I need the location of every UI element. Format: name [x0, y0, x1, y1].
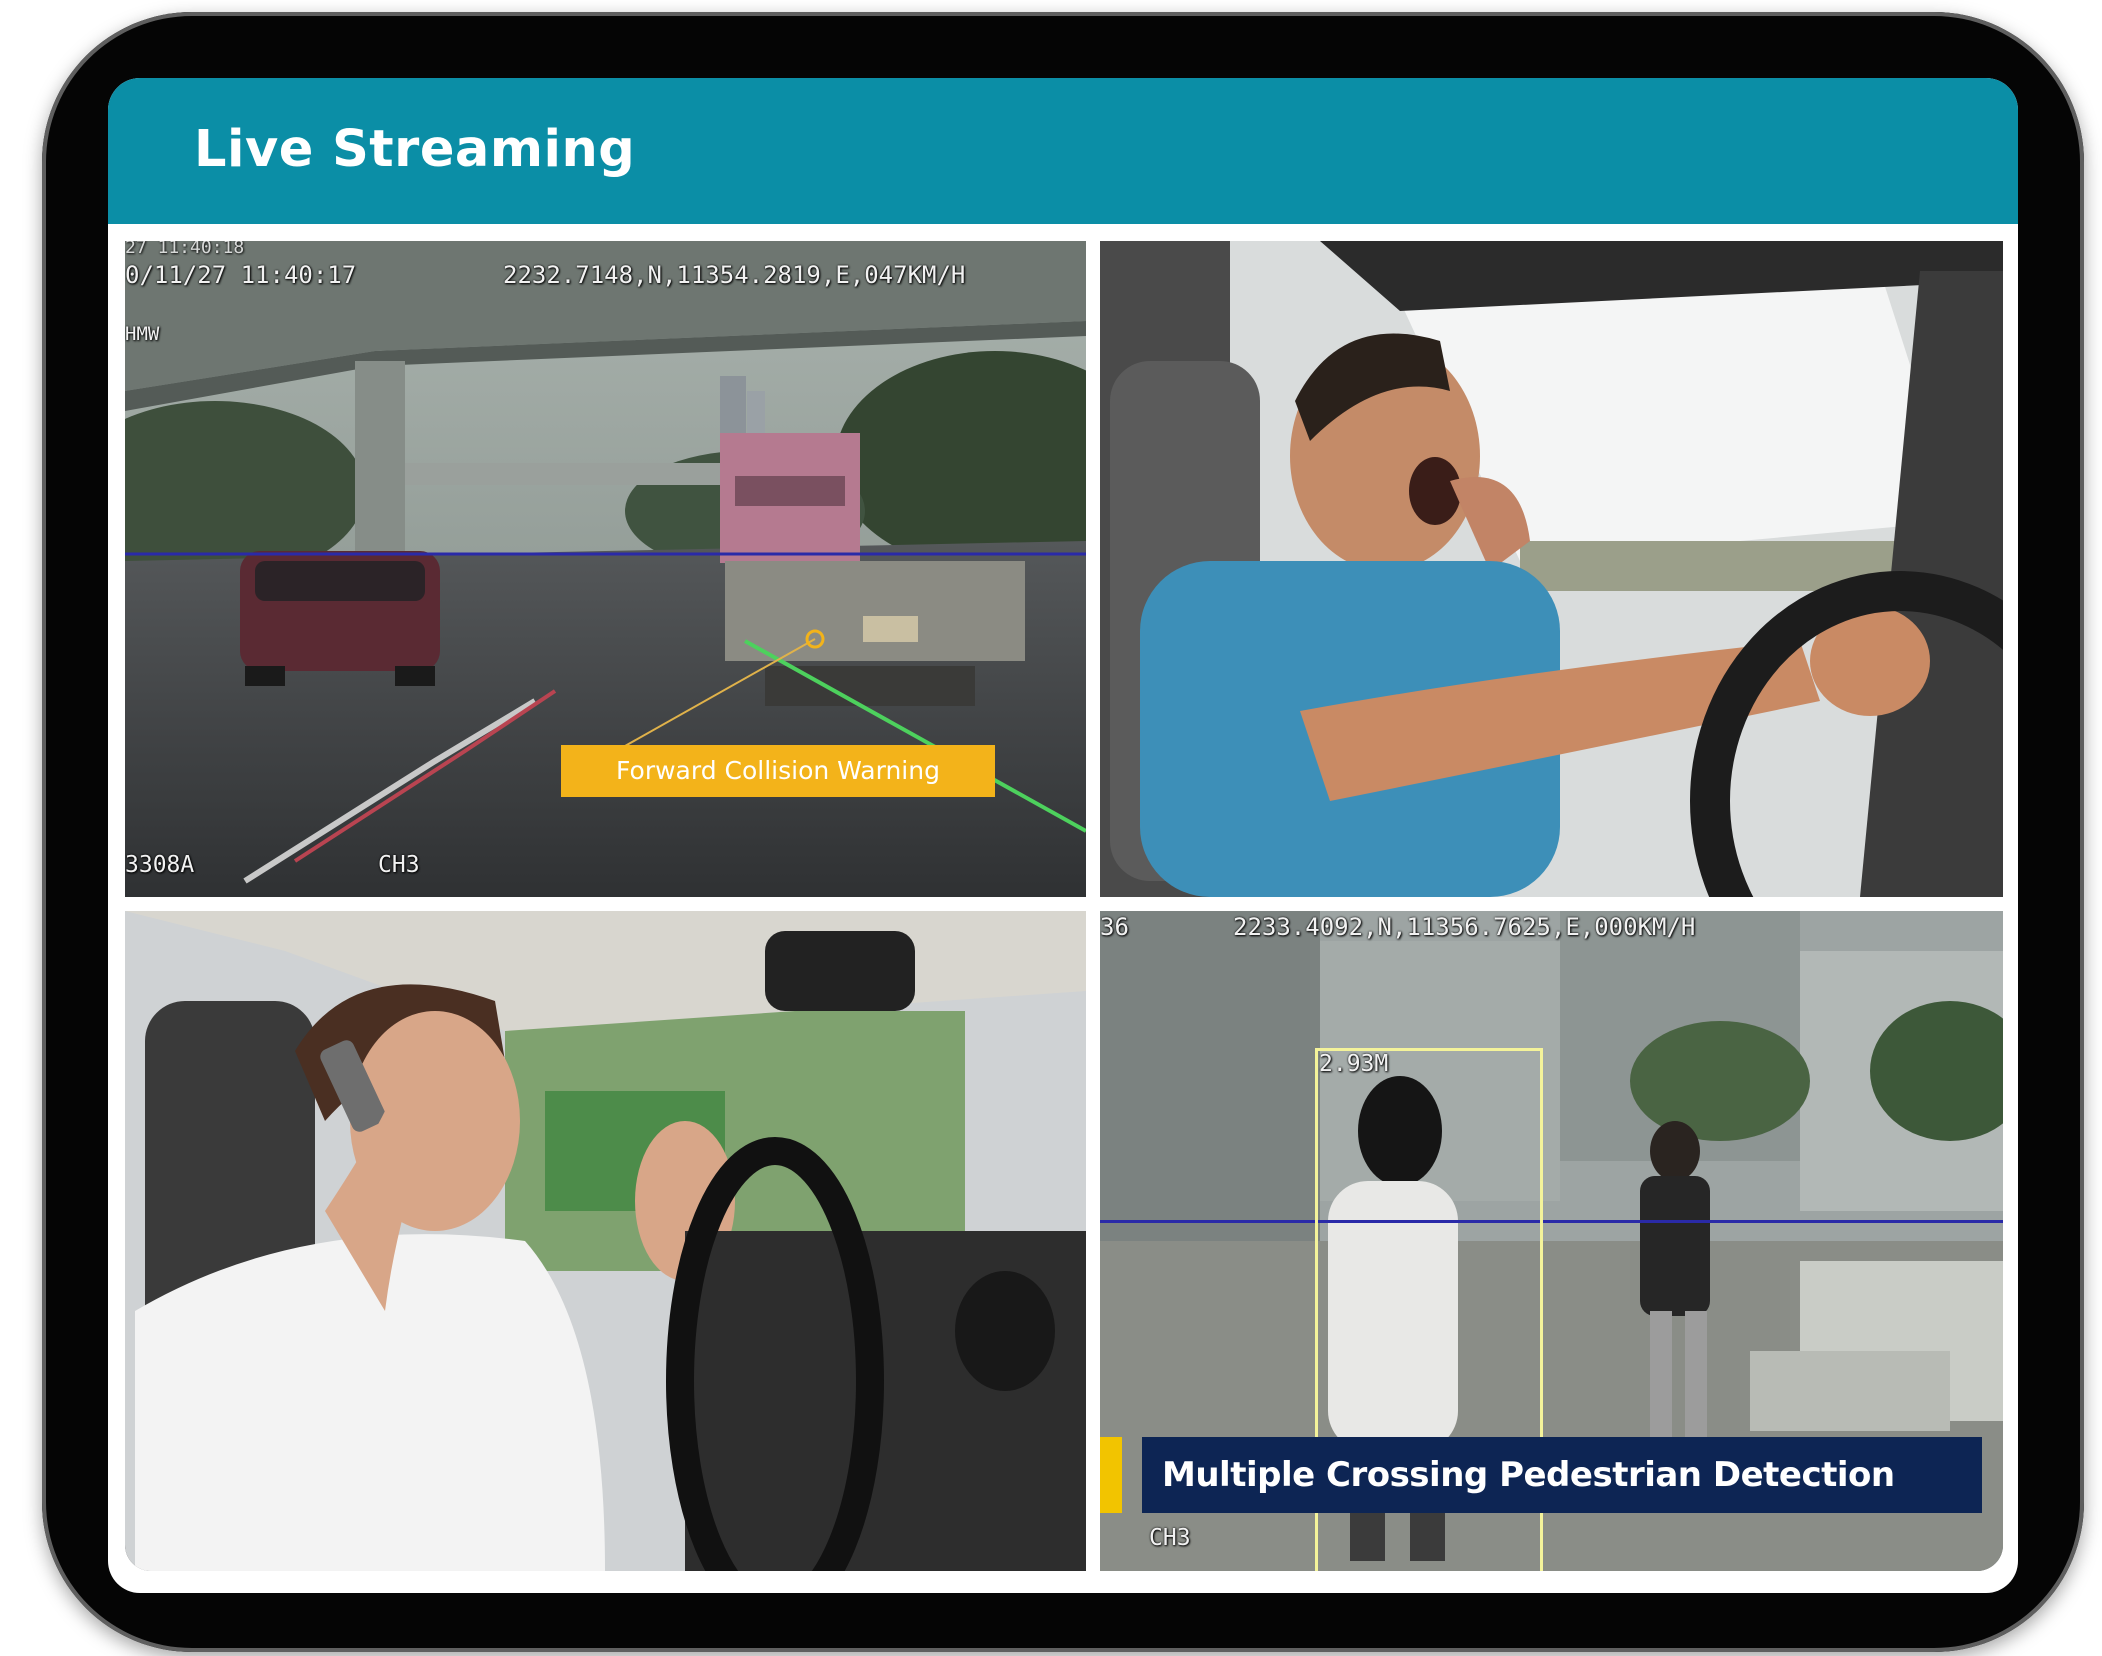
camera-feed-phone-distraction[interactable] [125, 911, 1086, 1571]
app-header: Live Streaming [108, 78, 2018, 224]
phone-distraction-icon [125, 911, 1086, 1571]
osd-timestamp: 0/11/27 11:40:17 [125, 261, 357, 289]
camera-feed-road[interactable]: 27 11:40:18 0/11/27 11:40:17 2232.7148,N… [125, 241, 1086, 897]
osd-channel: CH3 [378, 852, 420, 878]
osd-device-id: 3308A [125, 852, 195, 878]
tablet-screen: Live Streaming 27 11:40:18 0/11/27 11:40… [108, 78, 2018, 1593]
camera-feed-pedestrian[interactable]: 2.93M 36 2233.4092,N,11356.7625,E,000KM/… [1100, 911, 2003, 1571]
detection-marker [1100, 1437, 1122, 1513]
page-title: Live Streaming [194, 120, 636, 179]
osd-mode: HMW [125, 323, 160, 345]
osd-index: 36 [1100, 913, 1129, 941]
osd-timestamp-top: 27 11:40:18 [125, 241, 245, 258]
distance-label: 2.93M [1319, 1051, 1389, 1077]
forward-collision-warning-badge: Forward Collision Warning [561, 745, 995, 797]
road-scene-image [125, 241, 1086, 897]
osd-gps: 2233.4092,N,11356.7625,E,000KM/H [1233, 913, 1696, 941]
horizon-line [1100, 1220, 2003, 1223]
pedestrian-detection-badge: Multiple Crossing Pedestrian Detection [1142, 1437, 1982, 1513]
camera-feed-driver-fatigue[interactable] [1100, 241, 2003, 897]
osd-gps: 2232.7148,N,11354.2819,E,047KM/H [503, 261, 966, 289]
drowsy-driver-icon [1100, 241, 2003, 897]
tablet-device: Live Streaming 27 11:40:18 0/11/27 11:40… [42, 12, 2084, 1652]
osd-channel: CH3 [1149, 1525, 1191, 1551]
